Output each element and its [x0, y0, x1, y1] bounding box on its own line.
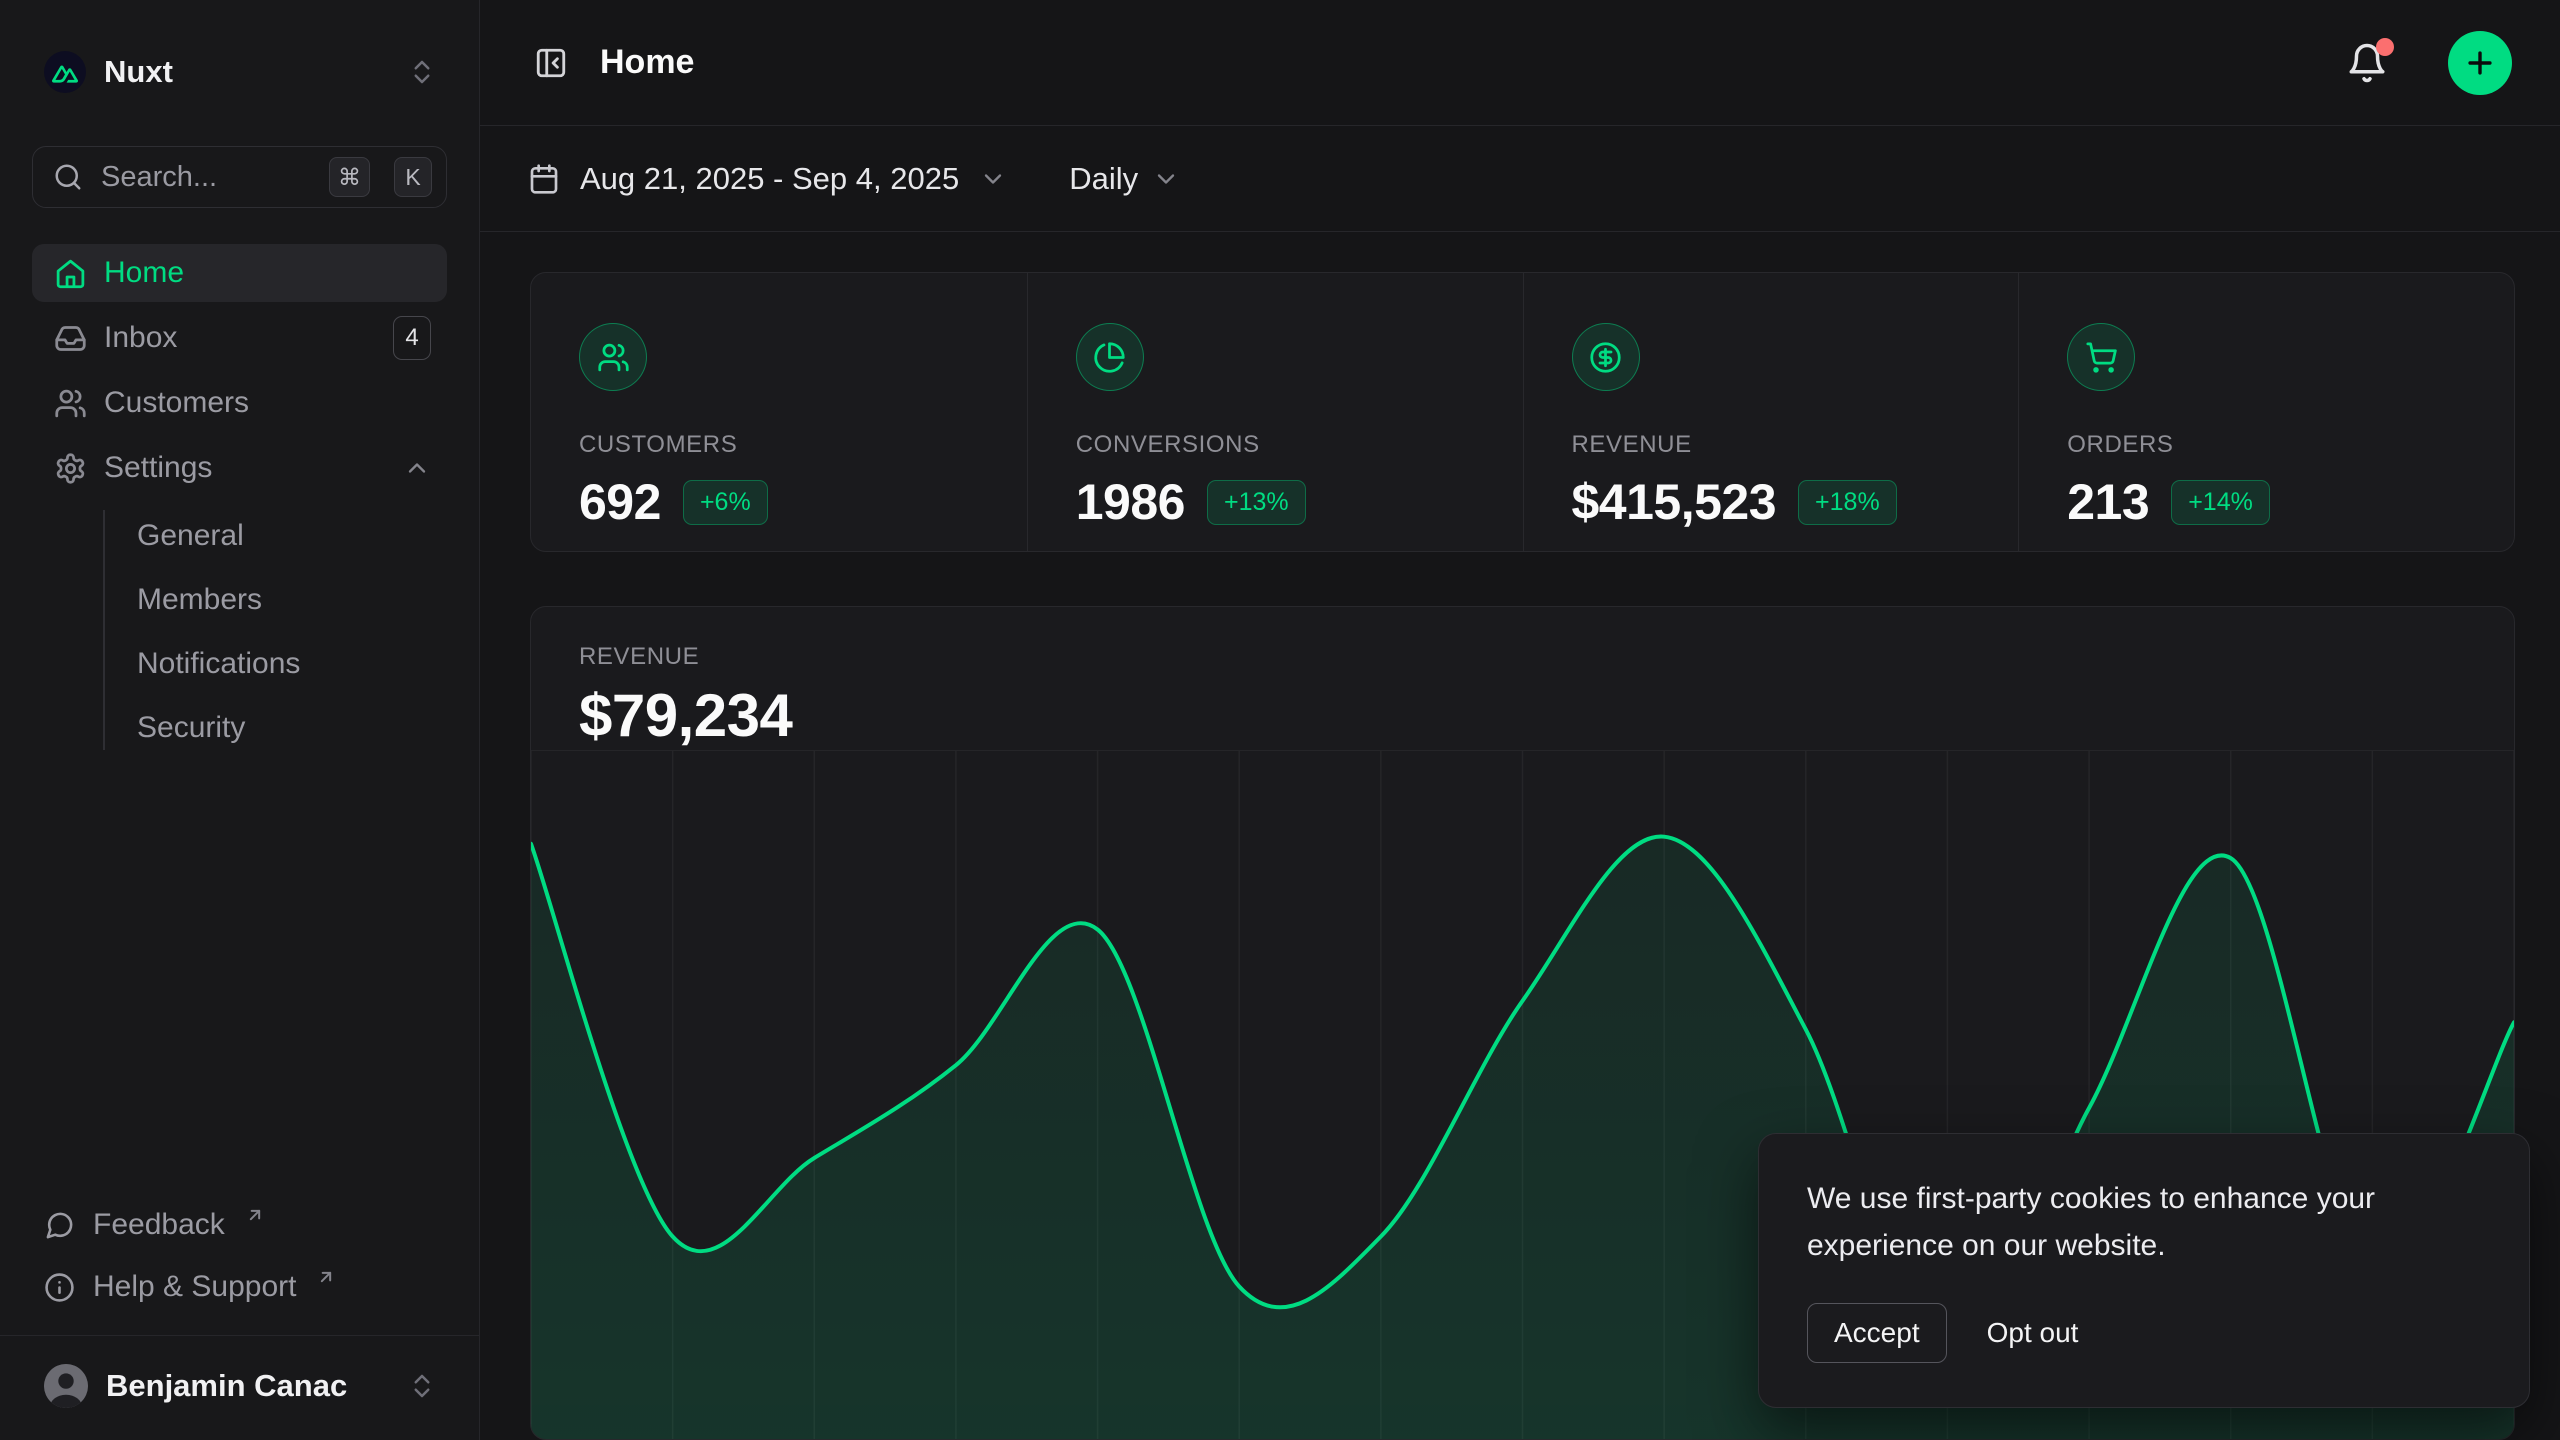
inbox-badge: 4: [393, 316, 431, 360]
cookie-message: We use first-party cookies to enhance yo…: [1807, 1176, 2457, 1269]
stat-label: CUSTOMERS: [579, 431, 987, 459]
workspace-switcher[interactable]: Nuxt: [32, 40, 447, 104]
sidebar-item-members[interactable]: Members: [105, 568, 447, 632]
sidebar-item-security[interactable]: Security: [105, 696, 447, 760]
sidebar-item-customers[interactable]: Customers: [32, 374, 447, 432]
search-field[interactable]: ⌘ K: [32, 146, 447, 208]
help-support-link[interactable]: Help & Support: [44, 1261, 435, 1313]
sidebar-divider: [0, 1335, 479, 1336]
inbox-icon: [54, 322, 87, 355]
stat-delta-badge: +14%: [2171, 480, 2270, 525]
gear-icon: [54, 452, 87, 485]
stat-value: $415,523: [1572, 473, 1777, 531]
avatar: [44, 1364, 88, 1408]
pie-chart-icon: [1076, 323, 1144, 391]
add-button[interactable]: [2448, 31, 2512, 95]
stat-customers[interactable]: CUSTOMERS 692 +6%: [531, 273, 1027, 551]
stats-row: CUSTOMERS 692 +6% CONVERSIONS 1986 +13%: [530, 272, 2515, 552]
stat-value: 213: [2067, 473, 2149, 531]
page-header: Home: [480, 0, 2560, 126]
kbd-cmd: ⌘: [329, 157, 370, 197]
external-link-icon: [245, 1205, 265, 1225]
stat-conversions[interactable]: CONVERSIONS 1986 +13%: [1027, 273, 1523, 551]
settings-subnav: General Members Notifications Security: [32, 504, 447, 760]
sidebar-item-settings[interactable]: Settings: [32, 439, 447, 497]
chat-bubble-icon: [44, 1210, 75, 1241]
date-range-picker[interactable]: Aug 21, 2025 - Sep 4, 2025: [528, 161, 1007, 197]
granularity-select[interactable]: Daily: [1069, 161, 1180, 197]
opt-out-button[interactable]: Opt out: [1987, 1317, 2079, 1349]
sidebar-footer: Feedback Help & Support: [32, 1199, 447, 1313]
info-circle-icon: [44, 1272, 75, 1303]
accept-button[interactable]: Accept: [1807, 1303, 1947, 1363]
home-icon: [54, 257, 87, 290]
revenue-chart-label: REVENUE: [579, 643, 2466, 671]
sidebar-item-inbox[interactable]: Inbox 4: [32, 309, 447, 367]
granularity-value: Daily: [1069, 161, 1138, 197]
dollar-circle-icon: [1572, 323, 1640, 391]
stat-delta-badge: +6%: [683, 480, 768, 525]
search-icon: [53, 162, 83, 192]
stat-orders[interactable]: ORDERS 213 +14%: [2018, 273, 2514, 551]
external-link-icon: [316, 1267, 336, 1287]
workspace-name: Nuxt: [104, 54, 389, 90]
date-range-value: Aug 21, 2025 - Sep 4, 2025: [580, 161, 959, 197]
user-name: Benjamin Canac: [106, 1368, 389, 1404]
calendar-icon: [528, 163, 560, 195]
feedback-link[interactable]: Feedback: [44, 1199, 435, 1251]
page-title: Home: [600, 43, 2320, 82]
nuxt-logo-icon: [44, 51, 86, 93]
stat-value: 692: [579, 473, 661, 531]
search-input[interactable]: [101, 161, 311, 194]
sidebar-item-home[interactable]: Home: [32, 244, 447, 302]
sidebar-item-notifications[interactable]: Notifications: [105, 632, 447, 696]
users-icon: [579, 323, 647, 391]
notifications-button[interactable]: [2346, 42, 2388, 84]
chevron-down-icon: [1152, 165, 1180, 193]
shopping-cart-icon: [2067, 323, 2135, 391]
stat-revenue[interactable]: REVENUE $415,523 +18%: [1523, 273, 2019, 551]
revenue-chart-value: $79,234: [579, 681, 2466, 750]
user-menu[interactable]: Benjamin Canac: [32, 1348, 447, 1424]
chevrons-up-down-icon: [407, 57, 437, 87]
kbd-k: K: [394, 157, 432, 197]
stat-delta-badge: +18%: [1798, 480, 1897, 525]
stat-delta-badge: +13%: [1207, 480, 1306, 525]
cookie-banner: We use first-party cookies to enhance yo…: [1758, 1133, 2530, 1408]
stat-label: CONVERSIONS: [1076, 431, 1483, 459]
chevrons-up-down-icon: [407, 1371, 437, 1401]
filters-toolbar: Aug 21, 2025 - Sep 4, 2025 Daily: [480, 126, 2560, 232]
stat-label: ORDERS: [2067, 431, 2474, 459]
users-icon: [54, 387, 87, 420]
sidebar-item-general[interactable]: General: [105, 504, 447, 568]
sidebar: Nuxt ⌘ K Home Inbox 4: [0, 0, 480, 1440]
stat-value: 1986: [1076, 473, 1185, 531]
chevron-down-icon: [979, 165, 1007, 193]
sidebar-nav: Home Inbox 4 Customers Settings Ge: [32, 244, 447, 760]
collapse-sidebar-button[interactable]: [528, 40, 574, 86]
stat-label: REVENUE: [1572, 431, 1979, 459]
notification-dot: [2376, 38, 2394, 56]
chevron-up-icon: [403, 454, 431, 482]
